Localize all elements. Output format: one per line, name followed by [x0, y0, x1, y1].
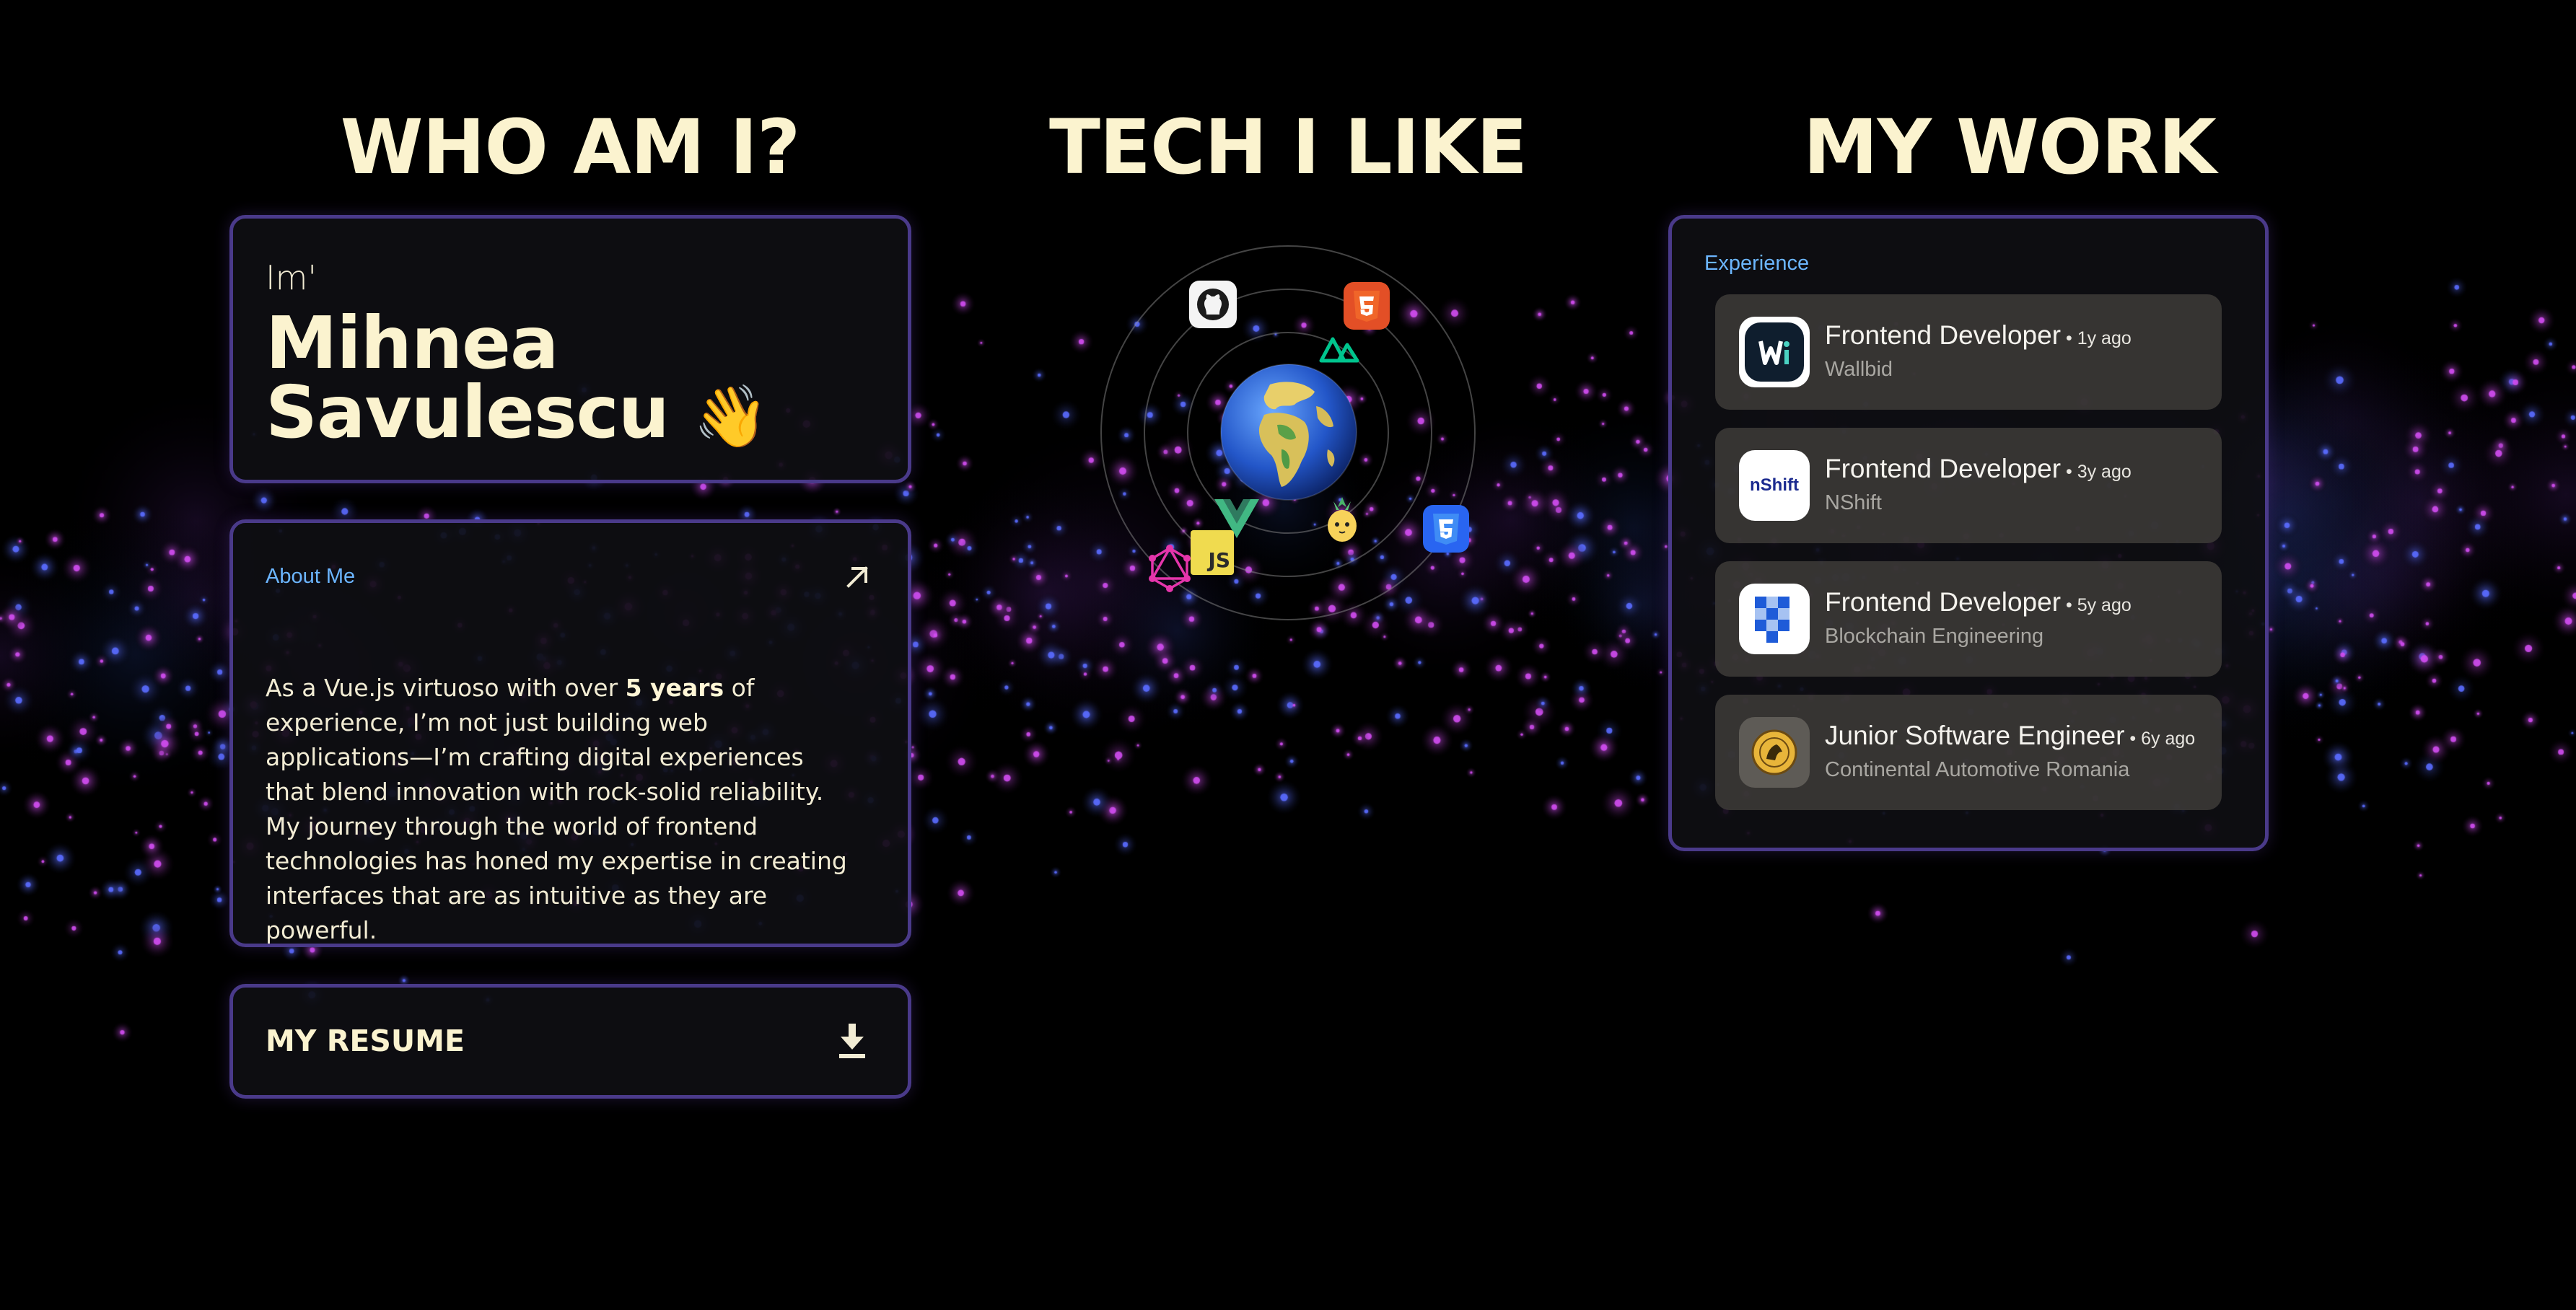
- resume-button[interactable]: MY RESUME: [229, 984, 911, 1099]
- tech-orbit: JS: [1097, 242, 1479, 624]
- intro-name: Mihnea Savulescu 👋: [266, 301, 769, 452]
- about-text-start: As a Vue.js virtuoso with over: [266, 674, 626, 702]
- job-company: Wallbid: [1825, 358, 1893, 381]
- wallbid-logo: [1739, 317, 1810, 387]
- job-title: Frontend Developer: [1825, 587, 2062, 617]
- page: WHO AM I? TECH I LIKE MY WORK Im' Mihnea…: [0, 0, 2576, 1310]
- job-separator: •: [2061, 462, 2077, 482]
- about-text: As a Vue.js virtuoso with over 5 years o…: [266, 671, 857, 948]
- nshift-logo: nShift: [1739, 450, 1810, 521]
- about-label: About Me: [266, 565, 356, 588]
- pinia-icon[interactable]: [1323, 494, 1361, 543]
- work-card: Experience Frontend Developer • 1y ago W…: [1668, 215, 2269, 851]
- job-title-line: Frontend Developer • 3y ago: [1825, 454, 2132, 484]
- job-age: 1y ago: [2077, 328, 2132, 348]
- graphql-icon[interactable]: [1147, 545, 1192, 592]
- github-icon[interactable]: [1188, 280, 1237, 329]
- job-title: Junior Software Engineer: [1825, 721, 2125, 750]
- continental-logo: [1739, 717, 1810, 788]
- job-title-line: Junior Software Engineer • 6y ago: [1825, 721, 2195, 751]
- about-card[interactable]: About Me As a Vue.js virtuoso with over …: [229, 519, 911, 947]
- waving-hand-icon: 👋: [693, 381, 769, 452]
- job-separator: •: [2061, 328, 2077, 348]
- intro-prefix: Im': [266, 258, 317, 297]
- job-age: 5y ago: [2077, 595, 2132, 615]
- my-work-title: MY WORK: [1803, 103, 2217, 191]
- job-company: Blockchain Engineering: [1825, 625, 2044, 648]
- who-am-i-title: WHO AM I?: [340, 103, 801, 191]
- job-separator: •: [2124, 729, 2142, 749]
- job-company: Continental Automotive Romania: [1825, 758, 2130, 781]
- blockchain-engineering-logo: [1739, 584, 1810, 654]
- about-text-end: of experience, I’m not just building web…: [266, 674, 847, 944]
- job-item-wallbid[interactable]: Frontend Developer • 1y ago Wallbid: [1715, 294, 2222, 410]
- job-title: Frontend Developer: [1825, 320, 2062, 350]
- job-age: 3y ago: [2077, 462, 2132, 482]
- job-title-line: Frontend Developer • 1y ago: [1825, 320, 2132, 351]
- earth-globe-icon: [1220, 364, 1357, 501]
- resume-label: MY RESUME: [266, 1024, 465, 1058]
- css3-icon[interactable]: [1423, 505, 1469, 553]
- arrow-up-right-icon[interactable]: [843, 563, 872, 592]
- job-age: 6y ago: [2141, 729, 2196, 749]
- job-title: Frontend Developer: [1825, 454, 2062, 483]
- job-company: NShift: [1825, 491, 1882, 514]
- intro-card: Im' Mihnea Savulescu 👋: [229, 215, 911, 483]
- js-label: JS: [1208, 548, 1230, 572]
- first-name: Mihnea: [266, 301, 558, 385]
- job-item-continental[interactable]: Junior Software Engineer • 6y ago Contin…: [1715, 695, 2222, 810]
- tech-i-like-title: TECH I LIKE: [1048, 103, 1528, 191]
- download-icon[interactable]: [836, 1022, 868, 1060]
- last-name: Savulescu: [266, 370, 670, 454]
- experience-label: Experience: [1704, 252, 1810, 275]
- job-item-blockchain-engineering[interactable]: Frontend Developer • 5y ago Blockchain E…: [1715, 561, 2222, 677]
- job-item-nshift[interactable]: nShift Frontend Developer • 3y ago NShif…: [1715, 428, 2222, 543]
- nshift-logo-text: nShift: [1750, 475, 1799, 495]
- job-title-line: Frontend Developer • 5y ago: [1825, 587, 2132, 617]
- javascript-icon[interactable]: JS: [1191, 530, 1234, 575]
- last-name-line: Savulescu 👋: [266, 377, 769, 452]
- job-separator: •: [2061, 595, 2077, 615]
- about-text-highlight: 5 years: [625, 674, 724, 702]
- html5-icon[interactable]: [1344, 282, 1390, 330]
- nuxt-icon[interactable]: [1317, 332, 1362, 364]
